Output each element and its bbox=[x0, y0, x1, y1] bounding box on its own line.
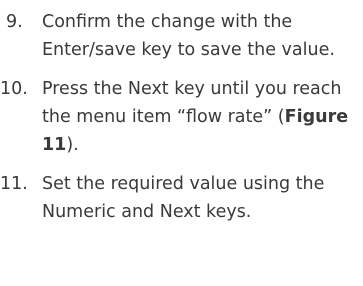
step-text: Set the required value using the Numeric… bbox=[42, 174, 325, 222]
step-text: Press the Next key until you reach the m… bbox=[42, 75, 360, 159]
step-11: 11. Set the required value using the Num… bbox=[0, 170, 363, 226]
step-number: 11. bbox=[0, 174, 28, 194]
step-number: 9. bbox=[6, 12, 23, 32]
step-text-after: ). bbox=[66, 135, 79, 155]
step-10: 10. Press the Next key until you reach t… bbox=[0, 75, 363, 159]
step-9: 9. Confirm the change with the Enter/sav… bbox=[0, 8, 363, 64]
instruction-steps: 9. Confirm the change with the Enter/sav… bbox=[0, 8, 363, 237]
step-number: 10. bbox=[0, 79, 28, 99]
step-text: Confirm the change with the Enter/save k… bbox=[42, 12, 335, 60]
